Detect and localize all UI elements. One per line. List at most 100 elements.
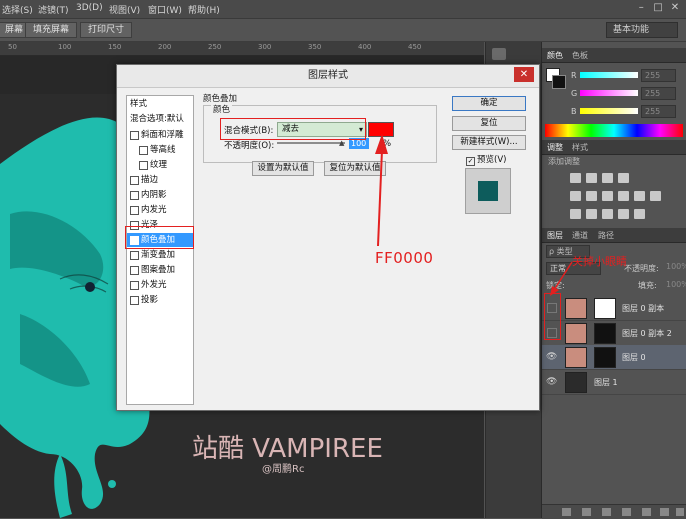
threshold-icon[interactable] [602,209,613,219]
eye-icon[interactable]: 👁 [546,377,557,387]
checkbox[interactable] [130,266,139,275]
red-value[interactable]: 255 [641,69,676,82]
layer-mask-thumbnail[interactable] [594,298,616,319]
blue-value[interactable]: 255 [641,105,676,118]
checkbox[interactable] [130,206,139,215]
new-group-icon[interactable] [642,508,651,516]
close-icon[interactable]: ✕ [514,67,534,82]
green-value[interactable]: 255 [641,87,676,100]
gradient-map-icon[interactable] [618,209,629,219]
layer-name[interactable]: 图层 0 副本 [622,303,664,314]
adjustment-layer-icon[interactable] [622,508,631,516]
menu-window[interactable]: 窗口(W) [148,3,182,16]
opacity-slider[interactable] [277,142,345,144]
checkbox[interactable] [130,281,139,290]
levels-icon[interactable] [586,173,597,183]
style-item-bevel[interactable]: 斜面和浮雕 [127,128,193,142]
brightness-icon[interactable] [570,173,581,183]
tab-layers[interactable]: 图层 [547,230,563,241]
menu-view[interactable]: 视图(V) [109,3,140,16]
checkbox[interactable] [130,191,139,200]
selective-color-icon[interactable] [634,209,645,219]
menu-help[interactable]: 帮助(H) [188,3,220,16]
style-item-drop-shadow[interactable]: 投影 [127,293,193,307]
tab-color[interactable]: 颜色 [547,50,563,61]
vibrance-icon[interactable] [570,191,581,201]
background-color[interactable] [552,75,566,89]
layer-name[interactable]: 图层 0 [622,352,646,363]
checkbox[interactable] [130,131,139,140]
layer-thumbnail [565,347,587,368]
add-mask-icon[interactable] [602,508,611,516]
photo-filter-icon[interactable] [634,191,645,201]
posterize-icon[interactable] [586,209,597,219]
style-item-inner-glow[interactable]: 内发光 [127,203,193,217]
layer-mask-thumbnail[interactable] [594,323,616,344]
style-item-texture[interactable]: 纹理 [127,158,193,172]
history-icon[interactable] [492,48,506,60]
layer-opacity-value[interactable]: 100% [666,262,686,271]
tab-adjustments[interactable]: 调整 [547,142,563,153]
fx-icon[interactable] [582,508,591,516]
eye-icon[interactable]: 👁 [546,352,557,362]
new-style-button[interactable]: 新建样式(W)... [452,135,526,150]
channel-mixer-icon[interactable] [650,191,661,201]
checkbox[interactable] [130,176,139,185]
color-balance-icon[interactable] [602,191,613,201]
checkbox[interactable] [130,251,139,260]
tab-swatches[interactable]: 色板 [572,50,588,61]
preview-checkbox[interactable]: ✓ 预览(V) [466,153,506,166]
slider-thumb-icon[interactable]: ▲ [339,139,344,147]
style-item-gradient-overlay[interactable]: 渐变叠加 [127,248,193,262]
layer-row[interactable]: 👁 图层 0 [542,345,686,370]
green-slider[interactable] [580,90,638,96]
style-item-stroke[interactable]: 描边 [127,173,193,187]
style-item-pattern-overlay[interactable]: 图案叠加 [127,263,193,277]
checkbox[interactable] [139,146,148,155]
new-layer-icon[interactable] [660,508,669,516]
ok-button[interactable]: 确定 [452,96,526,111]
tab-channels[interactable]: 通道 [572,230,588,241]
layer-row[interactable]: 👁 图层 1 [542,370,686,395]
minimize-icon[interactable]: – [634,2,648,13]
link-icon[interactable] [562,508,571,516]
color-spectrum[interactable] [545,124,683,137]
style-item-outer-glow[interactable]: 外发光 [127,278,193,292]
layer-row[interactable]: 图层 0 副本 2 [542,321,686,346]
style-list-header[interactable]: 样式 [127,97,196,111]
trash-icon[interactable] [676,508,684,516]
checkbox[interactable] [130,296,139,305]
layer-name[interactable]: 图层 0 副本 2 [622,328,672,339]
menu-3d[interactable]: 3D(D) [76,3,103,13]
style-item-contour[interactable]: 等高线 [127,143,193,157]
hue-icon[interactable] [586,191,597,201]
print-size-button[interactable]: 打印尺寸 [80,22,133,38]
menu-select[interactable]: 选择(S) [2,3,33,16]
fill-screen-button[interactable]: 填充屏幕 [25,22,78,38]
style-item-inner-shadow[interactable]: 内阴影 [127,188,193,202]
style-item-label: 内阴影 [141,190,167,200]
exposure-icon[interactable] [618,173,629,183]
close-icon[interactable]: ✕ [668,2,682,13]
layer-mask-thumbnail[interactable] [594,347,616,368]
layer-row[interactable]: 图层 0 副本 [542,296,686,321]
reset-button[interactable]: 复位 [452,116,526,131]
red-slider[interactable] [580,72,638,78]
arrow-to-swatch [375,134,388,247]
fill-value[interactable]: 100% [666,280,686,289]
checkbox[interactable] [139,161,148,170]
workspace-select[interactable]: 基本功能 [606,22,678,38]
maximize-icon[interactable]: □ [651,2,665,13]
layer-name[interactable]: 图层 1 [594,377,618,388]
menu-filter[interactable]: 滤镜(T) [38,3,69,16]
blend-options-item[interactable]: 混合选项:默认 [127,112,196,126]
black-white-icon[interactable] [618,191,629,201]
tab-paths[interactable]: 路径 [598,230,614,241]
curves-icon[interactable] [602,173,613,183]
tab-styles[interactable]: 样式 [572,142,588,153]
set-default-button[interactable]: 设置为默认值 [252,161,314,176]
ruler-mark: 150 [108,43,122,51]
invert-icon[interactable] [570,209,581,219]
checkbox-checked[interactable]: ✓ [466,157,475,166]
blue-slider[interactable] [580,108,638,114]
